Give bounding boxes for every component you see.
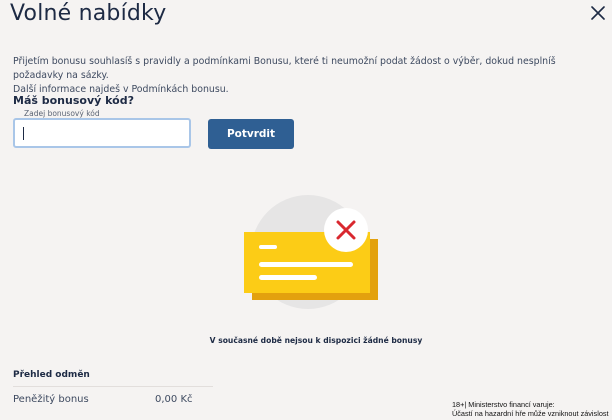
bonus-code-input[interactable] [15, 120, 189, 146]
empty-state-message: V současné době nejsou k dispozici žádné… [209, 336, 423, 345]
gambling-warning-line2: Účastí na hazardní hře může vzniknout zá… [452, 408, 609, 418]
card-line [259, 245, 277, 249]
card-line [259, 262, 353, 267]
bonus-terms-info: Přijetím bonusu souhlasíš s pravidly a p… [13, 55, 593, 97]
page-title: Volné nabídky [10, 1, 167, 26]
bonus-terms-text: Přijetím bonusu souhlasíš s pravidly a p… [13, 56, 556, 81]
empty-bonus-illustration [244, 195, 378, 309]
gambling-warning: 18+| Ministerstvo financí varuje: Účastí… [452, 400, 612, 418]
text-caret [23, 127, 24, 140]
reward-value: 0,00 Kč [155, 394, 193, 405]
card-line [259, 275, 317, 280]
confirm-button[interactable]: Potvrdit [208, 119, 294, 149]
bonus-code-field[interactable]: Zadej bonusový kód [13, 109, 191, 148]
close-icon[interactable] [591, 6, 605, 20]
bonus-code-question: Máš bonusový kód? [13, 94, 134, 107]
rewards-divider [13, 386, 213, 387]
bonus-code-field-label: Zadej bonusový kód [24, 109, 100, 118]
rewards-overview-title: Přehled odměn [13, 370, 90, 380]
reward-name: Peněžitý bonus [13, 394, 89, 405]
